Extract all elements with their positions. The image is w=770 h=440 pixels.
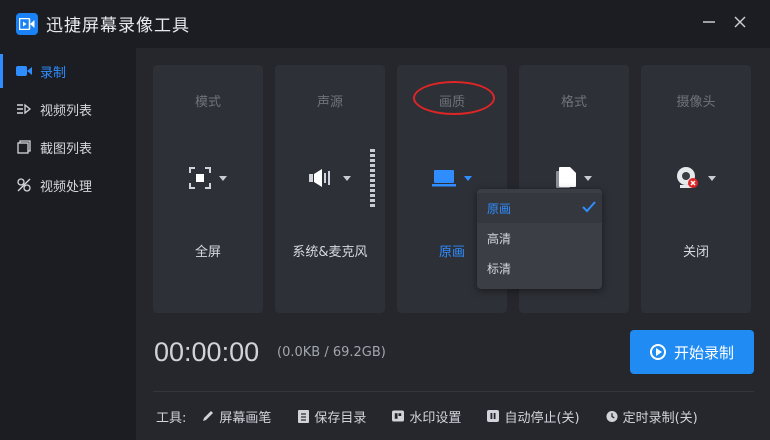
camera-value: 关闭 xyxy=(682,245,709,260)
audio-selector[interactable] xyxy=(275,165,385,191)
video-list-icon xyxy=(16,101,32,117)
annotation-ellipse xyxy=(413,81,495,115)
camera-title: 摄像头 xyxy=(676,95,716,110)
title-bar: 迅捷屏幕录像工具 xyxy=(0,0,770,48)
folder-icon xyxy=(297,409,309,423)
sidebar-item-label: 录制 xyxy=(40,65,67,81)
camera-selector[interactable] xyxy=(641,165,751,191)
checkmark-icon xyxy=(582,201,596,213)
sidebar-item-record[interactable]: 录制 xyxy=(0,52,136,90)
main-panel: 模式 全屏 声源 系统&麦克风 画质 原画 格式 摄像头 关闭 原画 高清 标清… xyxy=(136,48,770,440)
sidebar: 录制 视频列表 截图列表 视频处理 xyxy=(0,48,136,440)
auto-stop-tool[interactable]: 自动停止(关) xyxy=(487,407,580,426)
webcam-off-icon xyxy=(677,167,698,188)
tool-label: 保存目录 xyxy=(314,410,367,426)
chevron-down-icon xyxy=(464,175,472,181)
divider xyxy=(153,391,754,392)
close-button[interactable] xyxy=(728,12,752,36)
tool-label: 屏幕画笔 xyxy=(219,410,272,426)
tool-label: 自动停止(关) xyxy=(504,410,580,426)
quality-option-standard[interactable]: 标清 xyxy=(477,253,602,283)
quality-option-original[interactable]: 原画 xyxy=(477,193,602,223)
play-circle-icon xyxy=(649,344,666,360)
sidebar-item-video-list[interactable]: 视频列表 xyxy=(0,90,136,128)
close-icon xyxy=(734,16,746,28)
fullscreen-icon xyxy=(189,167,211,189)
monitor-icon xyxy=(432,170,456,187)
tool-label: 水印设置 xyxy=(409,410,462,426)
chevron-down-icon xyxy=(343,175,351,181)
save-directory-tool[interactable]: 保存目录 xyxy=(297,407,366,426)
format-title: 格式 xyxy=(560,95,587,110)
quality-option-label: 原画 xyxy=(487,201,512,216)
audio-value: 系统&麦克风 xyxy=(292,245,368,260)
minimize-button[interactable] xyxy=(697,12,721,36)
minimize-icon xyxy=(703,21,715,23)
speaker-icon xyxy=(309,169,330,187)
clock-icon xyxy=(606,410,618,422)
scheduled-recording-tool[interactable]: 定时录制(关) xyxy=(606,407,698,426)
start-recording-button[interactable]: 开始录制 xyxy=(630,330,754,374)
camera-card[interactable]: 摄像头 关闭 xyxy=(641,65,751,313)
mode-title: 模式 xyxy=(194,95,221,110)
recording-timer: 00:00:00 xyxy=(154,337,260,367)
quality-option-label: 标清 xyxy=(487,261,512,276)
quality-dropdown-menu: 原画 高清 标清 xyxy=(477,189,602,289)
sidebar-item-screenshot-list[interactable]: 截图列表 xyxy=(0,128,136,166)
start-recording-label: 开始录制 xyxy=(673,343,734,362)
tools-bar: 工具: 屏幕画笔 保存目录 水印设置 自动停止(关) 定时录制(关) xyxy=(156,406,724,426)
pen-icon xyxy=(202,410,214,422)
audio-title: 声源 xyxy=(316,95,343,110)
quality-option-high[interactable]: 高清 xyxy=(477,223,602,253)
app-logo-icon xyxy=(16,13,38,35)
audio-level-meter xyxy=(370,149,375,209)
file-icon xyxy=(556,167,576,188)
video-camera-icon xyxy=(16,63,32,79)
sidebar-item-label: 截图列表 xyxy=(40,141,93,157)
quality-selector[interactable] xyxy=(397,165,507,191)
screen-pen-tool[interactable]: 屏幕画笔 xyxy=(202,407,271,426)
chevron-down-icon xyxy=(708,175,716,181)
format-selector[interactable] xyxy=(519,165,629,191)
tools-label: 工具: xyxy=(156,410,187,426)
app-title: 迅捷屏幕录像工具 xyxy=(46,16,190,36)
watermark-icon xyxy=(392,410,405,422)
watermark-settings-tool[interactable]: 水印设置 xyxy=(392,407,461,426)
chevron-down-icon xyxy=(219,175,227,181)
audio-card[interactable]: 声源 系统&麦克风 xyxy=(275,65,385,313)
quality-option-label: 高清 xyxy=(487,231,512,246)
mode-value: 全屏 xyxy=(194,245,221,260)
sidebar-item-label: 视频处理 xyxy=(40,179,93,195)
file-size-readout: (0.0KB / 69.2GB) xyxy=(277,345,386,360)
video-process-icon xyxy=(16,177,32,193)
sidebar-item-video-process[interactable]: 视频处理 xyxy=(0,166,136,204)
screenshot-list-icon xyxy=(16,139,32,155)
auto-stop-icon xyxy=(487,410,500,422)
mode-card[interactable]: 模式 全屏 xyxy=(153,65,263,313)
chevron-down-icon xyxy=(584,175,592,181)
tool-label: 定时录制(关) xyxy=(622,410,698,426)
sidebar-item-label: 视频列表 xyxy=(40,103,93,119)
mode-selector[interactable] xyxy=(153,165,263,191)
